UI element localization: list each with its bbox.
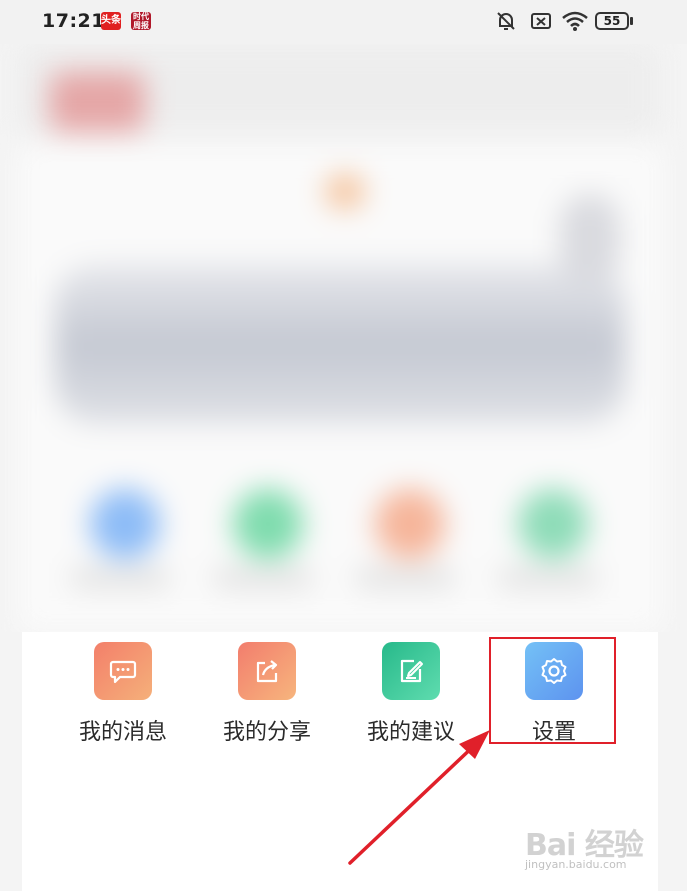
watermark-url: jingyan.baidu.com: [525, 858, 627, 871]
blurred-logo: [50, 72, 145, 132]
blurred-icon-2: [233, 489, 303, 559]
share-icon: [238, 642, 296, 700]
blurred-background: [0, 44, 687, 632]
wifi-icon: [562, 11, 588, 31]
blurred-icon-4: [518, 489, 588, 559]
menu-item-my-shares[interactable]: 我的分享: [207, 642, 327, 752]
blurred-icon-3: [375, 489, 445, 559]
blurred-avatar: [325, 174, 365, 209]
status-time: 17:21: [42, 10, 105, 32]
menu-item-label: 我的消息: [78, 720, 167, 745]
menu-item-label: 我的分享: [222, 720, 311, 745]
blurred-icon-1: [90, 489, 160, 559]
battery-icon: 55: [595, 12, 629, 30]
blurred-banner-peak: [560, 194, 620, 284]
mute-bell-icon: [497, 12, 515, 30]
blurred-banner-image: [55, 264, 625, 424]
suggestion-icon: [382, 642, 440, 700]
toutiao-notification-icon: 头条: [101, 12, 121, 30]
pointer-arrow: [348, 730, 490, 865]
highlight-box: [489, 637, 616, 744]
blurred-label-1: [70, 569, 170, 587]
blurred-label-2: [213, 569, 313, 587]
blurred-label-4: [498, 569, 598, 587]
menu-item-my-messages[interactable]: 我的消息: [63, 642, 183, 752]
status-bar: 17:21 头条 时代周报 55: [0, 0, 687, 44]
watermark: Bai 经验 jingyan.baidu.com: [525, 820, 675, 880]
battery-cap: [630, 17, 633, 25]
blurred-label-3: [355, 569, 455, 587]
times-weekly-notification-icon: 时代周报: [131, 12, 151, 30]
no-sim-icon: [531, 13, 551, 29]
message-icon: [94, 642, 152, 700]
